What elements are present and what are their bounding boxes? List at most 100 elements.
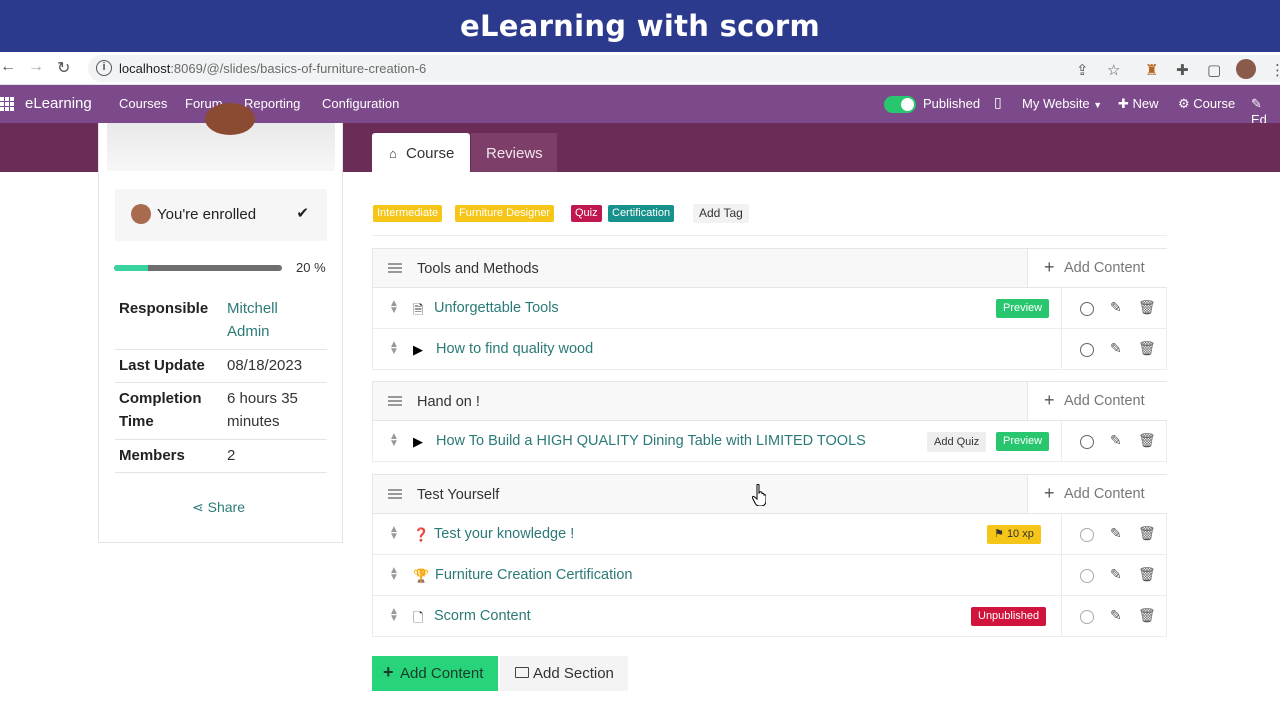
trash-icon[interactable]: 🗑 — [1138, 432, 1156, 449]
trash-icon[interactable]: 🗑 — [1138, 299, 1156, 316]
back-icon[interactable]: ← — [0, 58, 16, 76]
tag-quiz[interactable]: Quiz — [571, 205, 602, 222]
trash-icon[interactable]: 🗑 — [1138, 566, 1156, 583]
complete-toggle-icon[interactable] — [1080, 528, 1094, 542]
tag-furniture-designer[interactable]: Furniture Designer — [455, 205, 555, 222]
edit-pencil-icon[interactable]: ✎ — [1110, 607, 1122, 624]
preview-badge[interactable]: Preview — [996, 299, 1050, 318]
sort-handle-icon[interactable]: ▲ ▼ — [389, 340, 399, 357]
enrolled-text: You're enrolled — [157, 206, 257, 223]
apps-grid-icon[interactable] — [0, 97, 14, 111]
list-item: ▲ ▼ 🗋 Scorm Content Unpublished ✎ 🗑 — [372, 596, 1167, 637]
sort-handle-icon[interactable]: ▲ ▼ — [389, 607, 399, 624]
list-item: ▲ ▼ ❓ Test your knowledge ! ⚑ 10 xp ✎ 🗑 — [372, 514, 1167, 555]
app-brand[interactable]: eLearning — [25, 95, 92, 112]
plus-icon: + — [1044, 390, 1055, 410]
complete-toggle-icon[interactable] — [1080, 569, 1094, 583]
website-switcher[interactable]: My Website ▼ — [1022, 96, 1102, 111]
course-label: Course — [1193, 96, 1236, 111]
url-text[interactable]: localhost:8069/@/slides/basics-of-furnit… — [119, 61, 426, 76]
divider — [372, 235, 1167, 236]
add-quiz-button[interactable]: Add Quiz — [927, 432, 987, 452]
add-content-button[interactable]: + Add Content — [1027, 475, 1167, 513]
section-name[interactable]: Hand on ! — [417, 394, 480, 410]
divider — [115, 439, 327, 440]
edit-pencil-icon[interactable]: ✎ — [1110, 299, 1122, 316]
sort-handle-icon[interactable]: ▲ ▼ — [389, 299, 399, 316]
content-title[interactable]: Test your knowledge ! — [434, 526, 574, 542]
share-page-icon[interactable]: ⇪ — [1076, 61, 1089, 79]
folder-icon — [515, 667, 529, 678]
url-path: :8069/@/slides/basics-of-furniture-creat… — [170, 61, 427, 76]
section-name[interactable]: Tools and Methods — [417, 261, 539, 277]
trash-icon[interactable]: 🗑 — [1138, 340, 1156, 357]
drag-handle-icon[interactable] — [388, 396, 402, 406]
sidepanel-icon[interactable]: ▢ — [1207, 61, 1221, 79]
menu-reporting[interactable]: Reporting — [244, 96, 300, 111]
bookmark-star-icon[interactable]: ☆ — [1107, 61, 1120, 79]
add-content-main-button[interactable]: + Add Content — [372, 656, 498, 691]
new-button[interactable]: ✚ New — [1118, 96, 1159, 112]
section-header: Test Yourself + Add Content — [372, 474, 1167, 514]
mobile-preview-icon[interactable]: ▯ — [994, 94, 1002, 111]
content-title[interactable]: Unforgettable Tools — [434, 300, 559, 316]
tag-intermediate[interactable]: Intermediate — [373, 205, 443, 222]
trash-icon[interactable]: 🗑 — [1138, 525, 1156, 542]
members-label: Members — [119, 447, 185, 464]
sort-handle-icon[interactable]: ▲ ▼ — [389, 566, 399, 583]
banner-title: eLearning with scorm — [459, 9, 820, 43]
sort-handle-icon[interactable]: ▲ ▼ — [389, 525, 399, 542]
complete-toggle-icon[interactable] — [1080, 343, 1094, 357]
forward-icon[interactable]: → — [28, 58, 44, 76]
add-tag-button[interactable]: Add Tag — [693, 204, 749, 223]
list-item: ▲ ▼ ▶ How To Build a HIGH QUALITY Dining … — [372, 421, 1167, 462]
edit-pencil-icon[interactable]: ✎ — [1110, 525, 1122, 542]
content-title[interactable]: How to find quality wood — [436, 341, 593, 357]
preview-badge[interactable]: Preview — [996, 432, 1050, 451]
edit-pencil-icon[interactable]: ✎ — [1110, 566, 1122, 583]
content-title[interactable]: Furniture Creation Certification — [435, 567, 632, 583]
cover-image-object — [205, 103, 255, 135]
completion-time-label: Completion Time — [119, 390, 202, 430]
kebab-menu-icon[interactable]: ⋮ — [1270, 61, 1280, 79]
unpublished-badge[interactable]: Unpublished — [971, 607, 1047, 626]
tab-reviews[interactable]: Reviews — [471, 133, 557, 172]
published-toggle[interactable] — [884, 96, 916, 113]
course-settings-button[interactable]: ⚙ Course — [1178, 96, 1235, 112]
content-title[interactable]: How To Build a HIGH QUALITY Dining Table… — [436, 433, 866, 449]
edit-pencil-icon[interactable]: ✎ — [1110, 340, 1122, 357]
caret-down-icon: ▼ — [1093, 100, 1103, 110]
row-actions: ✎ 🗑 — [1061, 555, 1167, 595]
complete-toggle-icon[interactable] — [1080, 435, 1094, 449]
content-title[interactable]: Scorm Content — [434, 608, 531, 624]
add-section-button[interactable]: Add Section — [500, 656, 628, 691]
tag-certification[interactable]: Certification — [608, 205, 675, 222]
reload-icon[interactable]: ↻ — [57, 58, 70, 78]
drag-handle-icon[interactable] — [388, 263, 402, 273]
published-label[interactable]: Published — [923, 96, 980, 111]
responsible-value[interactable]: Mitchell Admin — [227, 297, 317, 343]
menu-courses[interactable]: Courses — [119, 96, 167, 111]
divider — [115, 472, 327, 473]
address-bar[interactable]: i localhost:8069/@/slides/basics-of-furn… — [88, 55, 1280, 82]
complete-toggle-icon[interactable] — [1080, 610, 1094, 624]
new-label: New — [1132, 96, 1159, 111]
trash-icon[interactable]: 🗑 — [1138, 607, 1156, 624]
share-icon: ⋖ — [192, 499, 204, 515]
section-name[interactable]: Test Yourself — [417, 487, 499, 503]
last-update-label: Last Update — [119, 357, 205, 374]
share-link[interactable]: ⋖ Share — [192, 499, 245, 516]
add-content-button[interactable]: + Add Content — [1027, 249, 1167, 287]
user-avatar — [131, 204, 151, 224]
sort-handle-icon[interactable]: ▲ ▼ — [389, 432, 399, 449]
complete-toggle-icon[interactable] — [1080, 302, 1094, 316]
edit-pencil-icon[interactable]: ✎ — [1110, 432, 1122, 449]
add-content-button[interactable]: + Add Content — [1027, 382, 1167, 420]
profile-avatar[interactable] — [1236, 59, 1256, 79]
puzzle-icon[interactable]: ✚ — [1176, 61, 1189, 79]
extension-icon[interactable]: ♜ — [1145, 61, 1158, 79]
drag-handle-icon[interactable] — [388, 489, 402, 499]
tab-course[interactable]: ⌂ Course — [372, 133, 470, 172]
menu-configuration[interactable]: Configuration — [322, 96, 399, 111]
site-info-icon[interactable]: i — [96, 60, 112, 76]
